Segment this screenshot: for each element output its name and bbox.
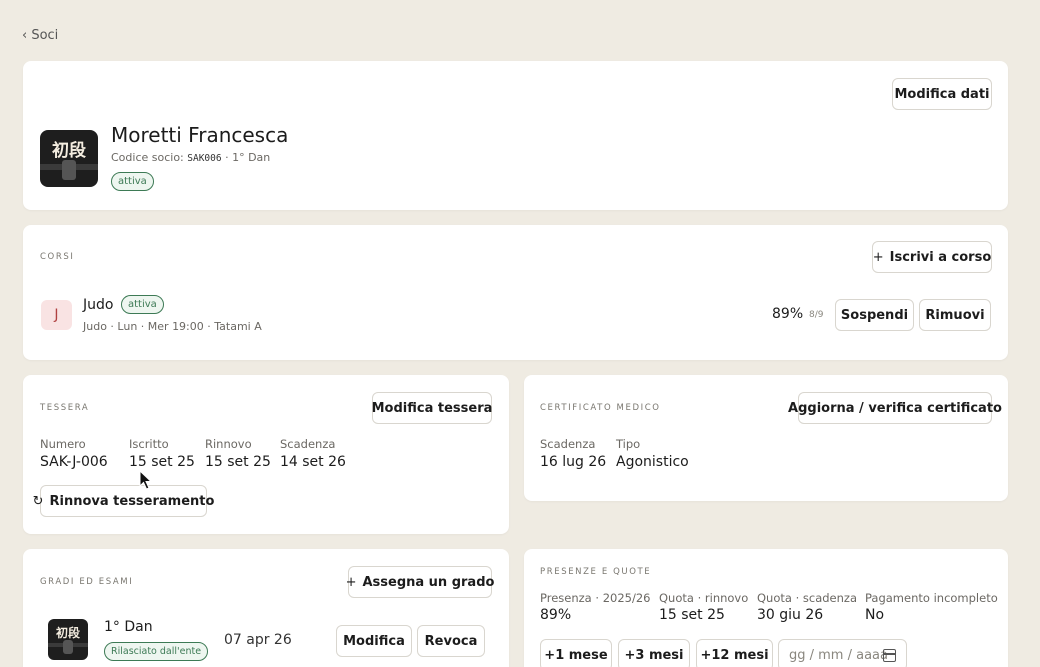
- courses-card: CORSI + Iscrivi a corso J Judo attiva Ju…: [23, 225, 1008, 360]
- enroll-course-button[interactable]: + Iscrivi a corso: [872, 241, 992, 273]
- field-label: Iscritto: [129, 437, 169, 451]
- grade-name: 1° Dan: [104, 619, 153, 635]
- course-attendance-pct: 89%: [772, 306, 804, 322]
- course-attendance-count: 8/9: [809, 310, 824, 320]
- remove-course-button[interactable]: Rimuovi: [919, 299, 991, 331]
- edit-membership-button[interactable]: Modifica tessera: [372, 392, 492, 424]
- refresh-icon: ↻: [32, 493, 44, 509]
- field-value: 16 lug 26: [540, 454, 607, 470]
- field-label: Tipo: [616, 437, 641, 451]
- field-label: Quota · rinnovo: [659, 591, 749, 605]
- emblem-text: 初段: [52, 141, 86, 161]
- grades-section-title: GRADI ED ESAMI: [40, 577, 134, 587]
- extend-3-months-button[interactable]: +3 mesi: [618, 639, 690, 667]
- courses-section-title: CORSI: [40, 252, 75, 262]
- assign-grade-button[interactable]: + Assegna un grado: [345, 566, 494, 598]
- calendar-icon[interactable]: [883, 649, 896, 662]
- field-label: Pagamento incompleto: [865, 591, 998, 605]
- field-value: 15 set 25: [205, 454, 271, 470]
- grade-date: 07 apr 26: [224, 632, 292, 648]
- course-initial: J: [41, 300, 72, 330]
- field-label: Presenza · 2025/26: [540, 591, 651, 605]
- field-value: 89%: [540, 607, 572, 623]
- field-label: Numero: [40, 437, 86, 451]
- update-certificate-button[interactable]: Aggiorna / verifica certificato: [788, 392, 1002, 424]
- course-name: Judo: [83, 297, 114, 313]
- member-name: Moretti Francesca: [111, 123, 289, 147]
- field-label: Rinnovo: [205, 437, 252, 451]
- date-input[interactable]: gg / mm / aaaa: [778, 639, 907, 667]
- grade-emblem: 初段: [48, 619, 88, 660]
- field-label: Scadenza: [280, 437, 336, 451]
- extend-1-month-button[interactable]: +1 mese: [540, 639, 612, 667]
- edit-profile-button[interactable]: Modifica dati: [892, 78, 992, 110]
- status-badge: attiva: [111, 172, 154, 191]
- edit-grade-button[interactable]: Modifica: [336, 625, 412, 657]
- attendance-section-title: PRESENZE E QUOTE: [540, 567, 652, 577]
- back-link[interactable]: ‹ Soci: [22, 28, 58, 43]
- medical-section-title: CERTIFICATO MEDICO: [540, 403, 661, 413]
- member-meta: Codice socio: SAK006 · 1° Dan: [111, 151, 271, 164]
- extend-12-months-button[interactable]: +12 mesi: [696, 639, 773, 667]
- attendance-fees-card: PRESENZE E QUOTE Presenza · 2025/26 89% …: [524, 549, 1008, 667]
- issuer-badge: Rilasciato dall'ente: [104, 642, 209, 661]
- field-label: Scadenza: [540, 437, 596, 451]
- field-value: 14 set 26: [280, 454, 346, 470]
- course-status-badge: attiva: [121, 295, 164, 314]
- medical-card: CERTIFICATO MEDICO Aggiorna / verifica c…: [524, 375, 1008, 501]
- field-value: 30 giu 26: [757, 607, 824, 623]
- rank-emblem: 初段: [40, 130, 98, 187]
- revoke-grade-button[interactable]: Revoca: [417, 625, 485, 657]
- profile-card: Modifica dati 初段 Moretti Francesca Codic…: [23, 61, 1008, 210]
- field-value: No: [865, 607, 885, 623]
- field-value: Agonistico: [616, 454, 689, 470]
- plus-icon: +: [345, 574, 357, 590]
- membership-card: TESSERA Modifica tessera Numero SAK-J-00…: [23, 375, 509, 534]
- emblem-text: 初段: [55, 626, 80, 640]
- suspend-course-button[interactable]: Sospendi: [835, 299, 914, 331]
- grades-card: GRADI ED ESAMI + Assegna un grado 初段 1° …: [23, 549, 509, 667]
- course-details: Judo · Lun · Mer 19:00 · Tatami A: [83, 320, 262, 333]
- field-value: 15 set 25: [659, 607, 725, 623]
- plus-icon: +: [872, 249, 884, 265]
- field-value: SAK-J-006: [40, 454, 108, 470]
- renew-membership-button[interactable]: ↻ Rinnova tesseramento: [33, 485, 214, 517]
- field-value: 15 set 25: [129, 454, 195, 470]
- field-label: Quota · scadenza: [757, 591, 858, 605]
- member-code: SAK006: [187, 153, 222, 164]
- date-placeholder: gg / mm / aaaa: [789, 647, 888, 663]
- membership-section-title: TESSERA: [40, 403, 90, 413]
